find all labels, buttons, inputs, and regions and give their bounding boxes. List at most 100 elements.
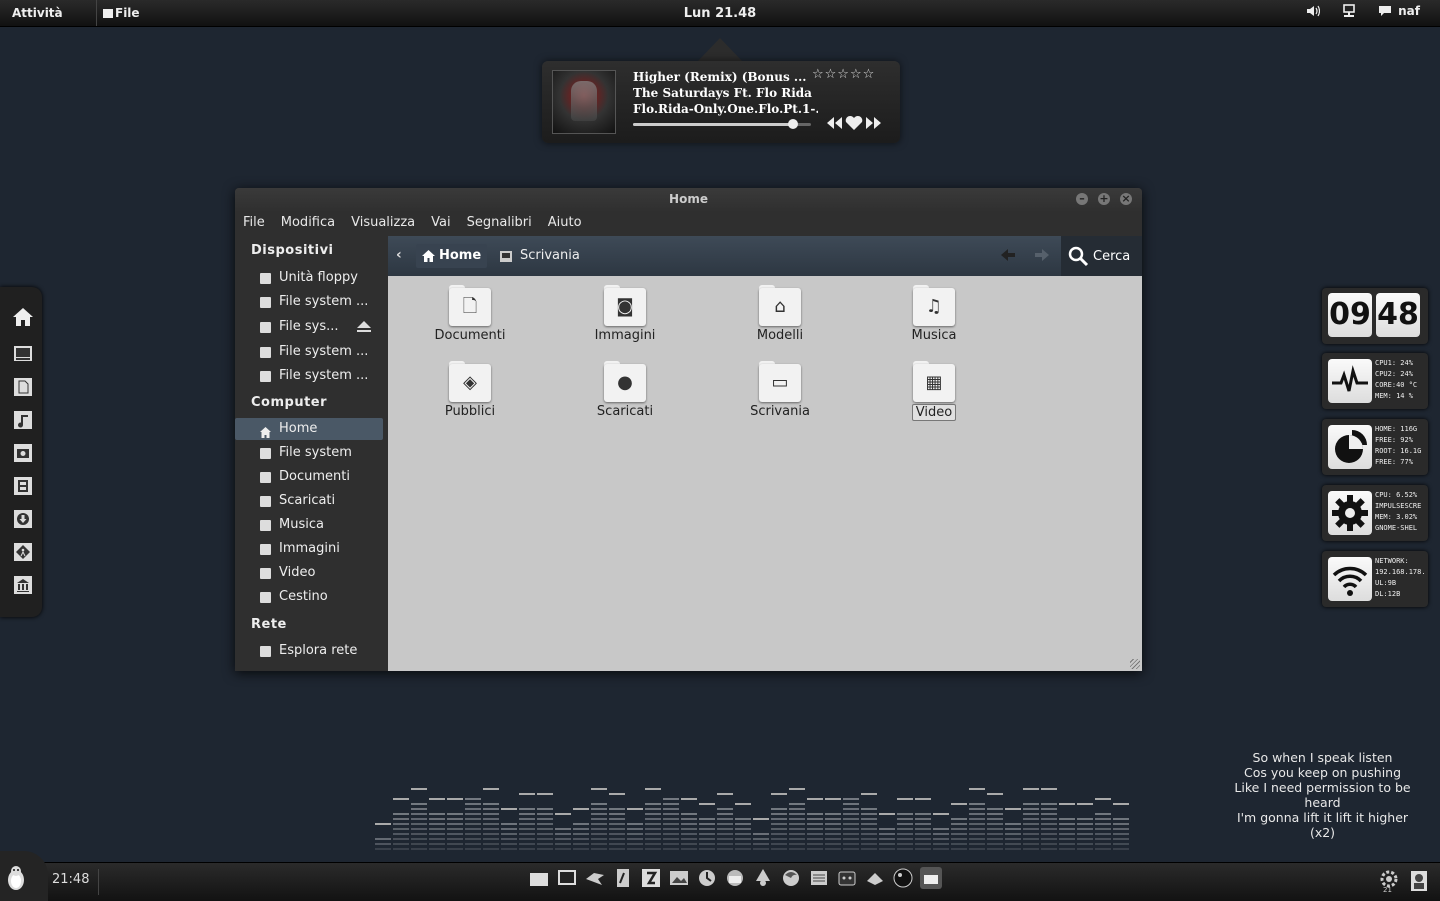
settings-gear-icon[interactable]: 21: [1378, 869, 1400, 893]
visualizer-bar-segment: [1077, 828, 1093, 830]
window-titlebar[interactable]: Home – + ×: [235, 188, 1142, 212]
public-icon[interactable]: [12, 541, 34, 563]
user-avatar-icon[interactable]: [1410, 869, 1428, 893]
taskbar-files-icon[interactable]: [528, 867, 550, 889]
camera-icon[interactable]: [12, 442, 34, 464]
path-back-button[interactable]: ‹: [396, 247, 402, 263]
taskbar-bird-icon[interactable]: [584, 867, 606, 889]
sidebar-item-filesystem-4[interactable]: File system ...: [235, 365, 383, 387]
visualizer-bar-segment: [951, 848, 967, 850]
folder-scrivania[interactable]: ▭ Scrivania: [720, 361, 840, 419]
minimize-button[interactable]: –: [1076, 193, 1088, 205]
templates-icon[interactable]: [12, 574, 34, 596]
sidebar-item-cestino[interactable]: Cestino: [235, 586, 383, 608]
visualizer-bar-segment: [843, 798, 859, 800]
breadcrumb-scrivania[interactable]: Scrivania: [500, 244, 580, 268]
previous-track-icon[interactable]: [825, 116, 843, 130]
film-icon[interactable]: [12, 475, 34, 497]
taskbar-terminal-icon[interactable]: [556, 867, 578, 889]
sidebar-item-documenti[interactable]: Documenti: [235, 466, 383, 488]
sidebar-item-filesystem[interactable]: File system: [235, 442, 383, 464]
sidebar-item-filesystem-1[interactable]: File system ...: [235, 291, 383, 313]
taskbar-file-manager-icon[interactable]: [920, 867, 942, 889]
taskbar-script-icon[interactable]: [612, 867, 634, 889]
back-arrow-icon[interactable]: [1000, 248, 1016, 262]
menu-file[interactable]: File: [243, 212, 265, 236]
bottom-clock[interactable]: 21:48: [52, 872, 89, 887]
folder-scaricati[interactable]: ● Scaricati: [565, 361, 685, 419]
visualizer-bar-segment: [393, 848, 409, 850]
visualizer-bar-segment: [789, 833, 805, 835]
sidebar-item-musica[interactable]: Musica: [235, 514, 383, 536]
heart-icon[interactable]: [844, 115, 864, 131]
document-icon[interactable]: [12, 376, 34, 398]
sidebar-item-esplora-rete[interactable]: Esplora rete: [235, 640, 383, 662]
resize-grip[interactable]: [1130, 659, 1140, 669]
folder-pubblici[interactable]: ◈ Pubblici: [410, 361, 530, 419]
visualizer-bar-segment: [807, 848, 823, 850]
breadcrumb-home[interactable]: Home: [416, 244, 488, 268]
folder-modelli[interactable]: ⌂ Modelli: [720, 285, 840, 343]
volume-icon[interactable]: [1306, 5, 1321, 17]
sidebar-item-scaricati[interactable]: Scaricati: [235, 490, 383, 512]
track-progress-knob[interactable]: [788, 119, 799, 129]
taskbar-notes-icon[interactable]: [808, 867, 830, 889]
file-view[interactable]: 🗋 Documenti ◙ Immagini ⌂ Modelli ♫ Music…: [388, 276, 1142, 671]
taskbar-image-viewer-icon[interactable]: [668, 867, 690, 889]
download-icon[interactable]: [12, 508, 34, 530]
taskbar-inkscape-icon[interactable]: [752, 867, 774, 889]
forward-arrow-icon[interactable]: [1034, 248, 1050, 262]
visualizer-bar-segment: [663, 823, 679, 825]
visualizer-bar-segment: [735, 828, 751, 830]
taskbar-media-player-icon[interactable]: [892, 867, 914, 889]
visualizer-bar-segment: [735, 833, 751, 835]
visualizer-bar-segment: [519, 808, 535, 810]
menu-aiuto[interactable]: Aiuto: [548, 212, 582, 236]
menu-segnalibri[interactable]: Segnalibri: [467, 212, 532, 236]
visualizer-bar-segment: [609, 828, 625, 830]
tux-menu-button[interactable]: [0, 851, 48, 901]
music-note-icon[interactable]: [12, 409, 34, 431]
taskbar-filezilla-icon[interactable]: [640, 867, 662, 889]
menu-visualizza[interactable]: Visualizza: [351, 212, 415, 236]
folder-video[interactable]: ▦ Video: [874, 361, 994, 421]
sidebar-item-filesystem-2[interactable]: File sys...: [235, 316, 383, 338]
folder-documenti[interactable]: 🗋 Documenti: [410, 285, 530, 343]
taskbar-hat-icon[interactable]: [864, 867, 886, 889]
taskbar-robot-icon[interactable]: [836, 867, 858, 889]
desktop-icon: [500, 250, 512, 262]
taskbar-thunderbird-icon[interactable]: [724, 867, 746, 889]
visualizer-bar-segment: [915, 818, 931, 820]
sidebar-item-filesystem-3[interactable]: File system ...: [235, 341, 383, 363]
visualizer-bar-segment: [681, 823, 697, 825]
network-wired-icon[interactable]: [1342, 4, 1356, 18]
user-name: naf: [1398, 4, 1420, 18]
sidebar-item-home[interactable]: Home: [235, 418, 383, 440]
home-icon[interactable]: [12, 306, 34, 328]
user-menu[interactable]: naf: [1378, 4, 1420, 18]
next-track-icon[interactable]: [865, 116, 883, 130]
visualizer-bar-segment: [627, 823, 643, 825]
taskbar-clock-app-icon[interactable]: [696, 867, 718, 889]
sidebar-item-video[interactable]: Video: [235, 562, 383, 584]
sidebar-item-immagini[interactable]: Immagini: [235, 538, 383, 560]
menu-vai[interactable]: Vai: [431, 212, 450, 236]
visualizer-bar-segment: [1113, 838, 1129, 840]
track-progress-slider[interactable]: [633, 119, 811, 129]
taskbar-firefox-icon[interactable]: [780, 867, 802, 889]
folder-musica[interactable]: ♫ Musica: [874, 285, 994, 343]
search-button[interactable]: Cerca: [1061, 236, 1142, 276]
menu-modifica[interactable]: Modifica: [281, 212, 335, 236]
visualizer-bar-segment: [609, 808, 625, 810]
sidebar-item-floppy[interactable]: Unità floppy: [235, 267, 383, 289]
top-clock[interactable]: Lun 21.48: [0, 6, 1440, 21]
maximize-button[interactable]: +: [1098, 193, 1110, 205]
eject-icon[interactable]: [357, 321, 371, 332]
desktop-icon[interactable]: [12, 343, 34, 365]
visualizer-bar-segment: [951, 833, 967, 835]
folder-immagini[interactable]: ◙ Immagini: [565, 285, 685, 343]
visualizer-bar-segment: [429, 838, 445, 840]
close-button[interactable]: ×: [1120, 193, 1132, 205]
visualizer-bar-segment: [483, 838, 499, 840]
rating-stars[interactable]: ☆☆☆☆☆: [812, 67, 875, 82]
